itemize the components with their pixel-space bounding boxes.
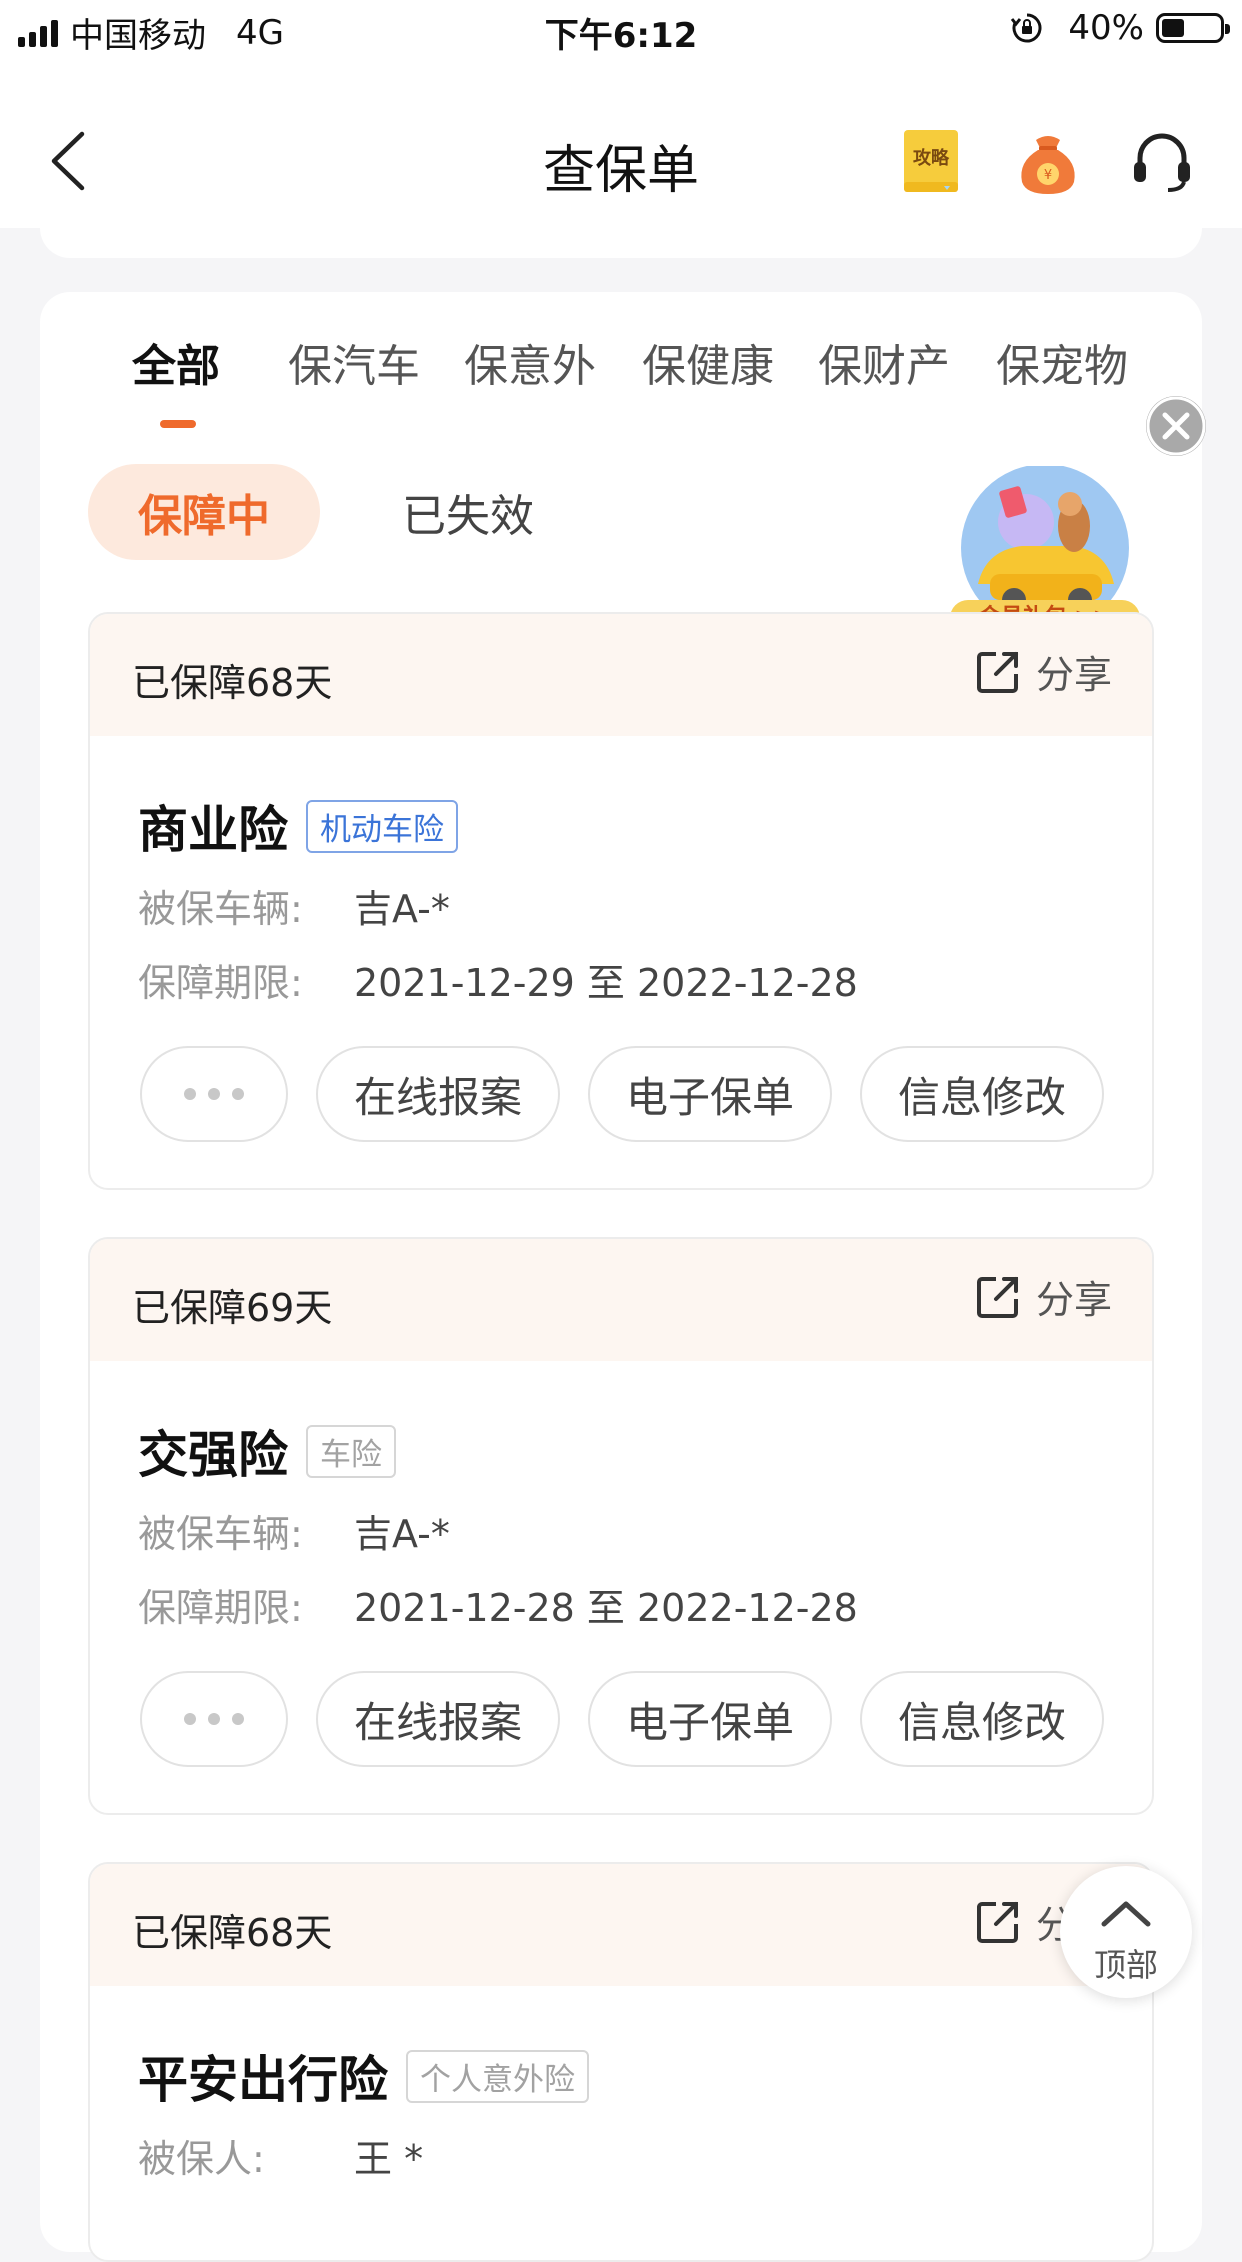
top-card-edge [40,200,1202,258]
money-bag-icon[interactable]: ¥ [1012,126,1084,198]
policy-card: 已保障69天 分享 交强险 车险 被保车辆: 吉A-* 保障期限: 2021-1… [88,1237,1154,1815]
battery-level [1162,19,1184,37]
vehicle-value: 吉A-* [354,887,450,931]
tab-car[interactable]: 保汽车 [288,330,420,394]
covered-days: 已保障69天 [132,1286,333,1330]
policy-title: 平安出行险 个人意外险 [138,2040,589,2112]
active-tab-indicator [160,420,196,428]
orientation-lock-icon [1011,13,1042,43]
status-right: 40% [1010,8,1230,48]
tab-health[interactable]: 保健康 [642,330,774,394]
policy-card: 已保障68天 分享 平安出行险 个人意外险 被保人: 王 * [88,1862,1154,2262]
tab-accident[interactable]: 保意外 [464,330,596,394]
share-icon [976,651,1018,693]
period-value: 2021-12-28 至 2022-12-28 [354,1586,858,1630]
period-value: 2021-12-29 至 2022-12-28 [354,961,858,1005]
share-button[interactable]: 分享 [974,644,1112,699]
member-gift-promo[interactable]: 会员礼包 >> [950,464,1140,636]
svg-text:¥: ¥ [1044,168,1052,183]
policy-tag: 个人意外险 [406,2049,589,2103]
policy-card-header: 已保障68天 分享 [90,614,1152,736]
covered-days: 已保障68天 [132,1911,333,1955]
policy-card-header: 已保障69天 分享 [90,1239,1152,1361]
policy-tag: 机动车险 [306,799,458,853]
share-icon [976,1276,1018,1318]
policy-name: 平安出行险 [138,2051,388,2109]
battery-icon [1156,13,1230,43]
more-dots-icon [184,1713,244,1725]
strategy-icon-text: 攻略 [913,148,949,169]
customer-service-icon[interactable] [1126,126,1198,198]
filter-active-button[interactable]: 保障中 [88,464,320,560]
chevron-up-icon [1101,1901,1151,1927]
report-claim-button[interactable]: 在线报案 [316,1046,560,1142]
edit-info-button[interactable]: 信息修改 [860,1046,1104,1142]
policy-title: 交强险 车险 [138,1415,396,1487]
period-label: 保障期限: [138,1586,303,1630]
period-label: 保障期限: [138,961,303,1005]
more-dots-icon [184,1088,244,1100]
e-policy-button[interactable]: 电子保单 [588,1046,832,1142]
policy-name: 商业险 [138,801,288,859]
share-icon [976,1901,1018,1943]
policy-card-header: 已保障68天 分享 [90,1864,1152,1986]
policy-title: 商业险 机动车险 [138,790,458,862]
share-label: 分享 [1035,1278,1112,1322]
policy-card: 已保障68天 分享 商业险 机动车险 被保车辆: 吉A-* 保障期限: 2021… [88,612,1154,1190]
back-to-top-button[interactable]: 顶部 [1060,1866,1192,1998]
report-claim-button[interactable]: 在线报案 [316,1671,560,1767]
insured-person-value: 王 * [354,2137,424,2181]
edit-info-button[interactable]: 信息修改 [860,1671,1104,1767]
vehicle-value: 吉A-* [354,1512,450,1556]
insured-person-label: 被保人: [138,2137,265,2181]
back-to-top-label: 顶部 [1093,1946,1158,1984]
share-button[interactable]: 分享 [974,1269,1112,1324]
covered-days: 已保障68天 [132,661,333,705]
e-policy-button[interactable]: 电子保单 [588,1671,832,1767]
battery-percent: 40% [1068,8,1144,48]
vehicle-label: 被保车辆: [138,887,303,931]
tab-pet[interactable]: 保宠物 [996,330,1128,394]
more-button[interactable] [140,1046,288,1142]
tab-all[interactable]: 全部 [132,330,220,394]
tab-property[interactable]: 保财产 [818,330,950,394]
strategy-book-icon[interactable]: 攻略 [898,126,970,198]
more-button[interactable] [140,1671,288,1767]
policy-name: 交强险 [138,1426,288,1484]
filter-expired-button[interactable]: 已失效 [368,464,568,560]
vehicle-label: 被保车辆: [138,1512,303,1556]
close-promo-icon[interactable] [1146,396,1206,456]
policy-tag: 车险 [306,1424,396,1478]
share-label: 分享 [1035,653,1112,697]
